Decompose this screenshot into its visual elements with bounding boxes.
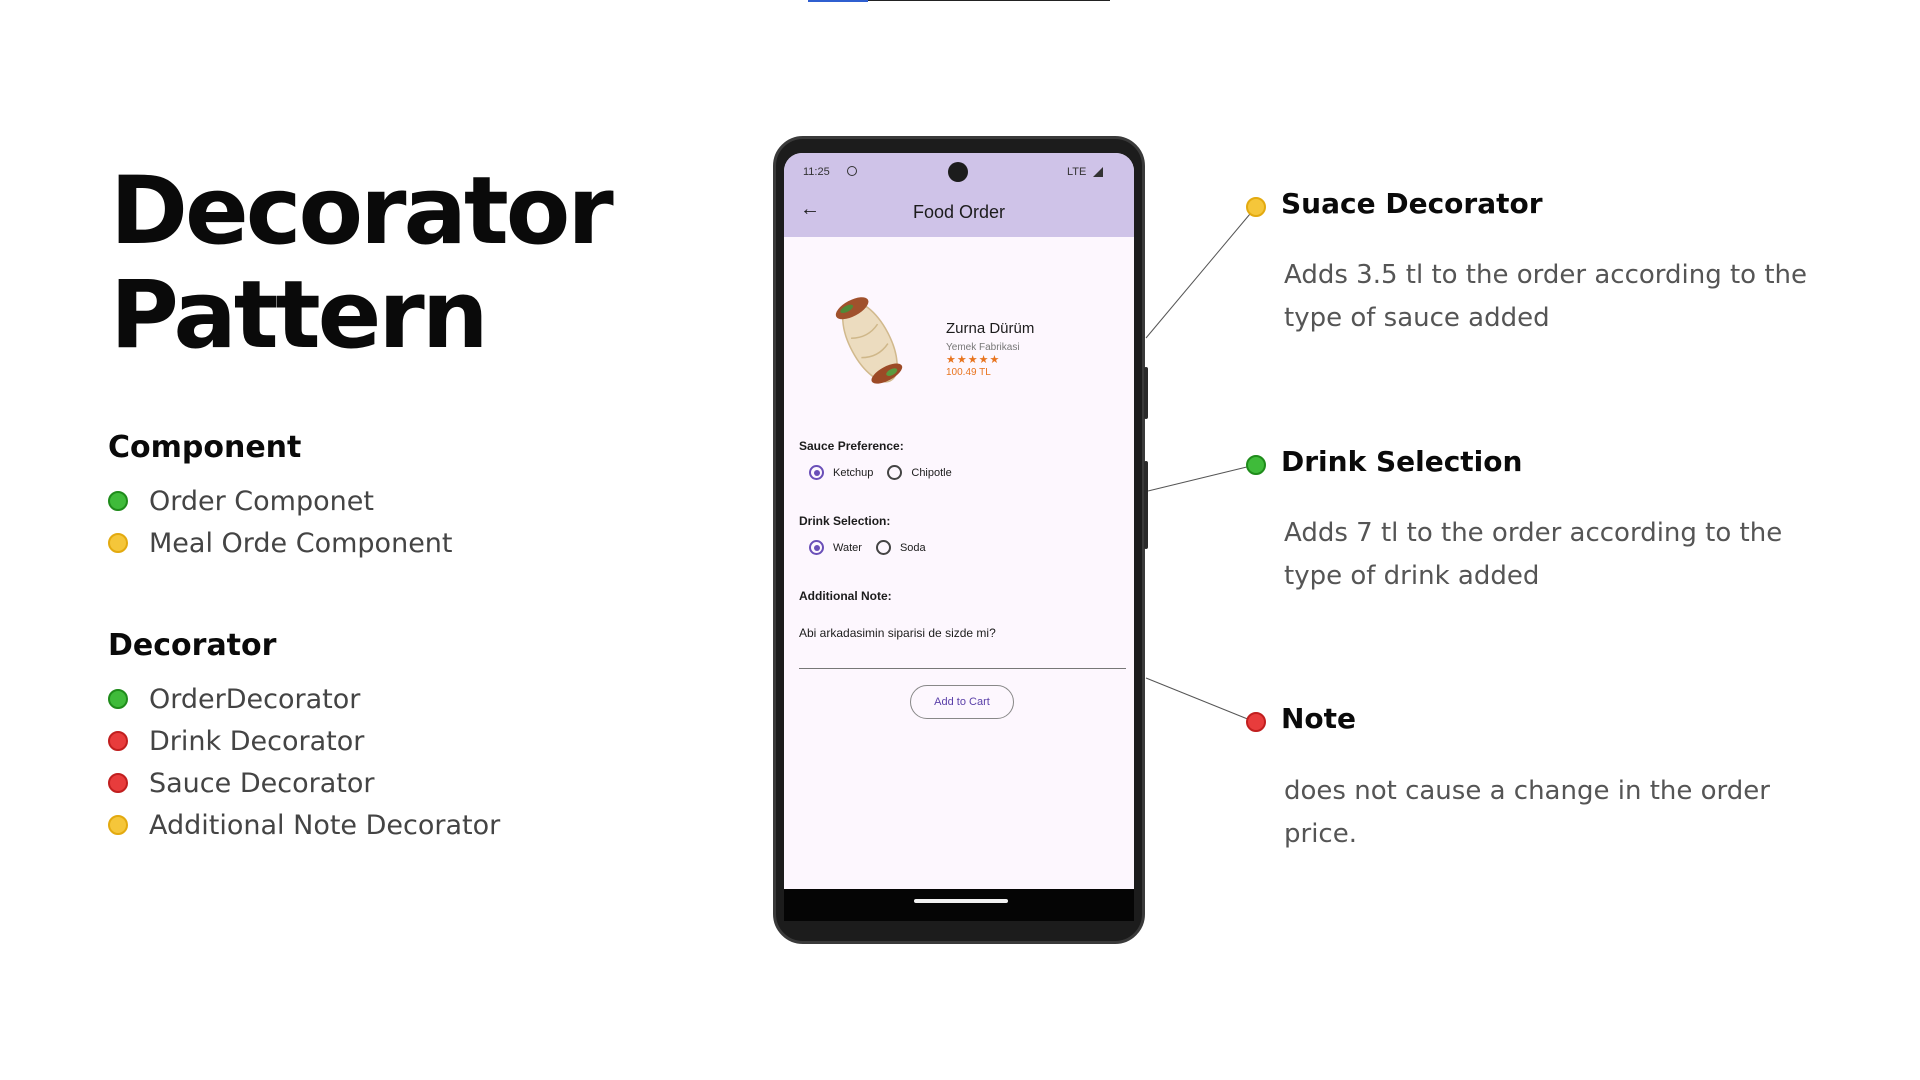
water-label[interactable]: Water: [833, 542, 862, 554]
star-rating: ★★★★★: [946, 354, 1001, 366]
restaurant-name: Yemek Fabrikasi: [946, 342, 1020, 353]
annotation-title: Note: [1281, 702, 1357, 735]
app-bar: 11:25 LTE ← Food Order: [784, 153, 1134, 237]
food-name: Zurna Dürüm: [946, 320, 1035, 337]
note-label: Additional Note:: [799, 589, 892, 603]
drink-label: Drink Selection:: [799, 514, 891, 528]
decorator-item-label: Sauce Decorator: [149, 767, 375, 799]
water-radio[interactable]: [809, 540, 824, 555]
green-dot-icon: [108, 491, 128, 511]
red-dot-icon: [108, 731, 128, 751]
status-network: LTE: [1067, 166, 1087, 178]
top-divider-accent: [808, 0, 868, 2]
camera-cutout: [948, 162, 968, 182]
component-item-label: Meal Orde Component: [149, 527, 453, 559]
connector-sauce: [1145, 207, 1256, 339]
note-input[interactable]: Abi arkadasimin siparisi de sizde mi?: [799, 626, 996, 640]
red-dot-icon: [1246, 712, 1266, 732]
connector-drink: [1147, 464, 1256, 492]
volume-button: [1144, 461, 1148, 549]
title-line-1: Decorator: [110, 157, 614, 266]
signal-icon: [1093, 167, 1103, 177]
annotation-description: does not cause a change in the order pri…: [1284, 776, 1770, 849]
decorator-item: Drink Decorator: [108, 720, 500, 762]
system-nav-bar: [784, 889, 1134, 921]
annotation-title: Drink Selection: [1281, 445, 1523, 478]
green-dot-icon: [108, 689, 128, 709]
status-time: 11:25: [803, 166, 830, 178]
decorator-list: OrderDecorator Drink Decorator Sauce Dec…: [108, 678, 500, 846]
yellow-dot-icon: [1246, 197, 1266, 217]
red-dot-icon: [108, 773, 128, 793]
status-indicator-icon: [847, 166, 857, 176]
soda-radio[interactable]: [875, 540, 891, 555]
note-input-underline: [799, 668, 1126, 669]
yellow-dot-icon: [108, 533, 128, 553]
food-image: [835, 297, 903, 384]
soda-label[interactable]: Soda: [900, 542, 926, 554]
annotation-title: Suace Decorator: [1281, 187, 1543, 220]
phone-screen: 11:25 LTE ← Food Order Zurna Dürüm Yemek…: [784, 153, 1134, 921]
decorator-heading: Decorator: [108, 628, 277, 663]
ketchup-label[interactable]: Ketchup: [833, 467, 873, 479]
title-line-2: Pattern: [110, 261, 489, 370]
decorator-item-label: Drink Decorator: [149, 725, 365, 757]
annotation-description: Adds 7 tl to the order according to the …: [1284, 518, 1783, 591]
annotation-description: Adds 3.5 tl to the order according to th…: [1284, 260, 1808, 333]
yellow-dot-icon: [108, 815, 128, 835]
chipotle-radio[interactable]: [887, 465, 903, 480]
power-button: [1144, 367, 1148, 419]
component-item: Order Componet: [108, 480, 453, 522]
sauce-radio-group: Ketchup Chipotle: [809, 465, 966, 480]
decorator-item: Additional Note Decorator: [108, 804, 500, 846]
slide-title: Decorator Pattern: [110, 157, 614, 370]
food-price: 100.49 TL: [946, 367, 991, 378]
component-list: Order Componet Meal Orde Component: [108, 480, 453, 564]
decorator-item: Sauce Decorator: [108, 762, 500, 804]
drink-radio-group: Water Soda: [809, 540, 940, 555]
component-item-label: Order Componet: [149, 485, 374, 517]
chipotle-label[interactable]: Chipotle: [911, 467, 951, 479]
connector-note: [1145, 677, 1256, 723]
sauce-label: Sauce Preference:: [799, 439, 904, 453]
green-dot-icon: [1246, 455, 1266, 475]
app-bar-title: Food Order: [912, 202, 1006, 222]
ketchup-radio[interactable]: [809, 465, 824, 480]
decorator-item-label: Additional Note Decorator: [149, 809, 501, 841]
phone-mockup: 11:25 LTE ← Food Order Zurna Dürüm Yemek…: [773, 136, 1148, 944]
component-heading: Component: [108, 430, 302, 465]
add-to-cart-button[interactable]: Add to Cart: [910, 685, 1014, 719]
decorator-item: OrderDecorator: [108, 678, 500, 720]
home-indicator[interactable]: [914, 899, 1008, 903]
component-item: Meal Orde Component: [108, 522, 453, 564]
decorator-item-label: OrderDecorator: [149, 683, 361, 715]
